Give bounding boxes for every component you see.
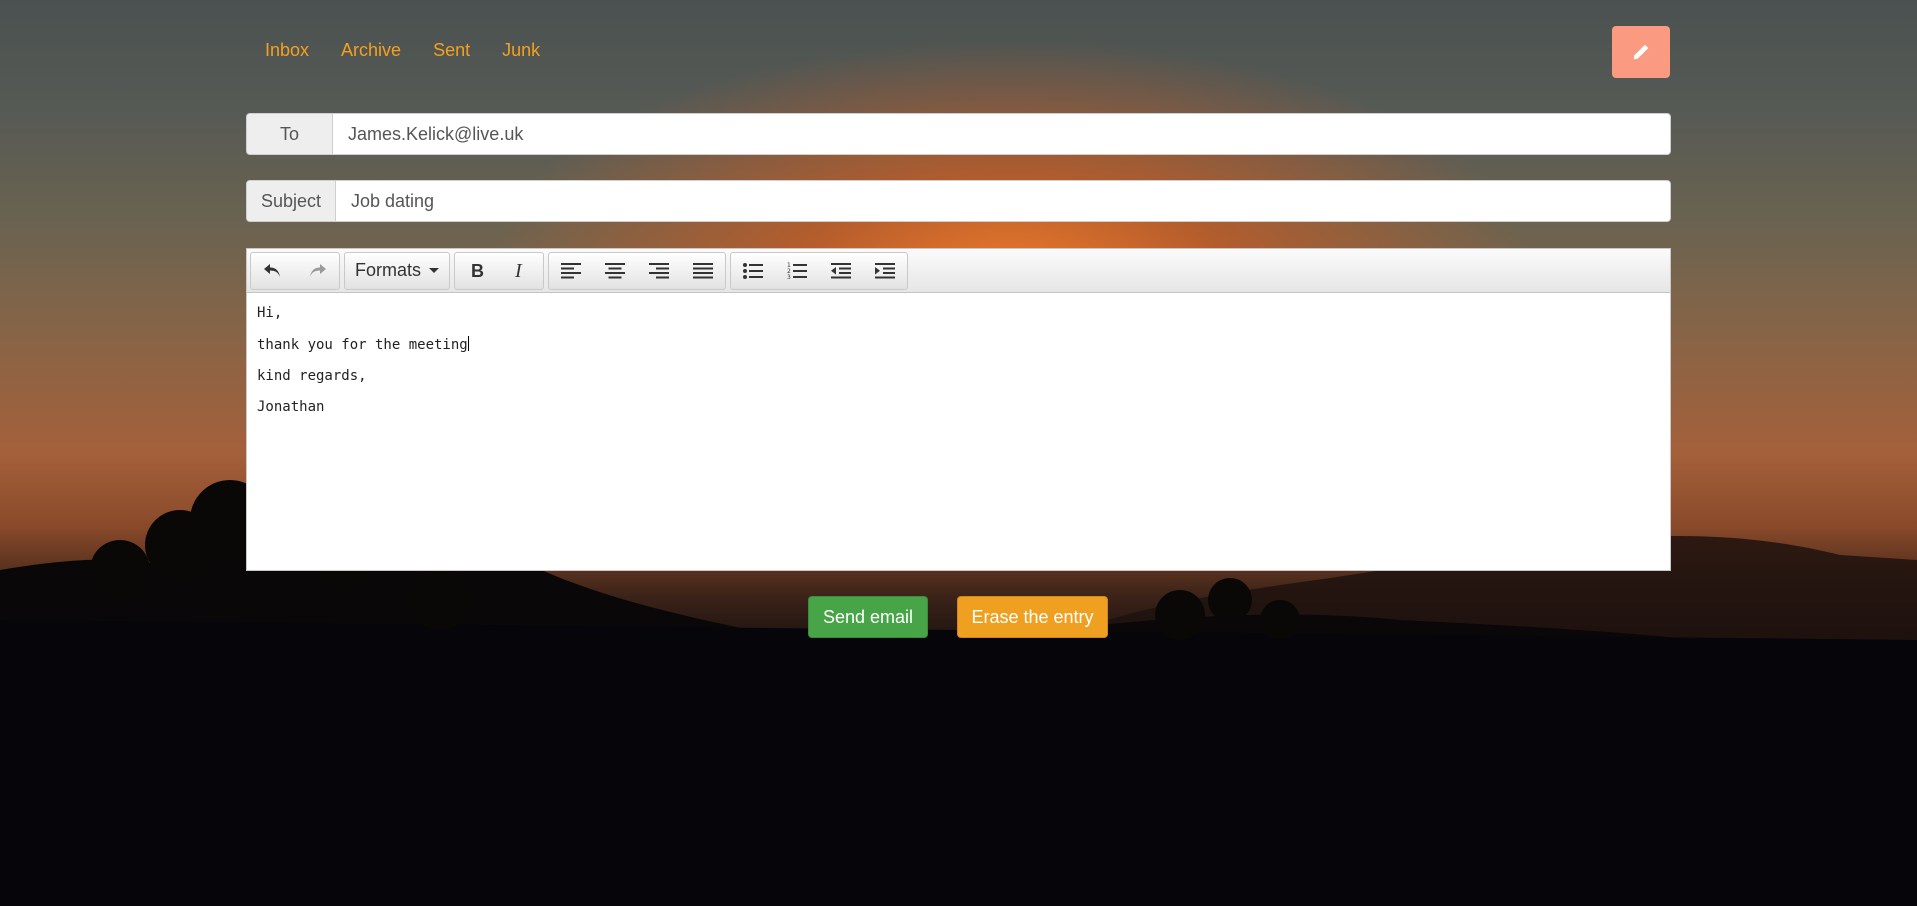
subject-label: Subject <box>247 181 336 221</box>
align-left-icon <box>561 262 581 278</box>
bullet-list-button[interactable] <box>731 253 775 289</box>
align-center-icon <box>605 262 625 278</box>
compose-button[interactable] <box>1612 26 1670 78</box>
align-justify-icon <box>693 262 713 278</box>
outdent-button[interactable] <box>819 253 863 289</box>
svg-text:I: I <box>514 262 523 280</box>
text-style-group: B I <box>454 251 544 290</box>
numbered-list-icon: 123 <box>787 262 807 280</box>
nav-archive[interactable]: Archive <box>325 36 417 65</box>
caret-down-icon <box>429 268 439 273</box>
pencil-icon <box>1633 44 1649 60</box>
body-line: Jonathan <box>257 399 325 415</box>
outdent-icon <box>831 262 851 278</box>
body-line: Hi, <box>257 305 283 321</box>
align-left-button[interactable] <box>549 253 593 289</box>
redo-button[interactable] <box>295 253 339 289</box>
list-group: 123 <box>730 251 908 290</box>
to-input[interactable] <box>333 114 1670 154</box>
svg-text:3: 3 <box>787 274 791 280</box>
align-justify-button[interactable] <box>681 253 725 289</box>
align-right-button[interactable] <box>637 253 681 289</box>
italic-button[interactable]: I <box>499 253 543 289</box>
italic-icon: I <box>514 262 523 280</box>
indent-icon <box>875 262 895 278</box>
numbered-list-button[interactable]: 123 <box>775 253 819 289</box>
bold-icon: B <box>471 262 484 280</box>
bullet-list-icon <box>743 262 763 279</box>
formats-label: Formats <box>354 260 421 280</box>
indent-button[interactable] <box>863 253 907 289</box>
nav-inbox[interactable]: Inbox <box>250 36 325 65</box>
to-label: To <box>247 114 333 154</box>
undo-button[interactable] <box>251 253 295 289</box>
bold-button[interactable]: B <box>455 253 499 289</box>
history-group <box>250 251 340 290</box>
body-line-with-cursor: thank you for the meeting <box>257 336 1660 353</box>
erase-entry-button[interactable]: Erase the entry <box>957 596 1108 638</box>
body-line: thank you for the meeting <box>257 337 468 353</box>
mail-folder-nav: Inbox Archive Sent Junk <box>250 36 556 65</box>
subject-field: Subject <box>246 180 1671 222</box>
undo-icon <box>264 263 280 277</box>
svg-text:B: B <box>471 262 484 280</box>
send-email-button[interactable]: Send email <box>808 596 928 638</box>
redo-icon <box>310 263 326 277</box>
editor-toolbar: Formats B I 1 2 3 <box>247 249 1670 293</box>
formats-group: Formats <box>344 251 450 290</box>
body-line: kind regards, <box>257 368 367 384</box>
message-editor: Formats B I 1 2 3 Hi, thank you for the … <box>246 248 1671 571</box>
nav-junk[interactable]: Junk <box>486 36 556 65</box>
text-cursor <box>467 336 469 351</box>
align-center-button[interactable] <box>593 253 637 289</box>
to-field: To <box>246 113 1671 155</box>
align-right-icon <box>649 262 669 278</box>
alignment-group <box>548 251 726 290</box>
formats-dropdown[interactable]: Formats <box>345 253 449 289</box>
nav-sent[interactable]: Sent <box>417 36 486 65</box>
subject-input[interactable] <box>336 181 1670 221</box>
message-body[interactable]: Hi, thank you for the meeting kind regar… <box>247 293 1670 442</box>
